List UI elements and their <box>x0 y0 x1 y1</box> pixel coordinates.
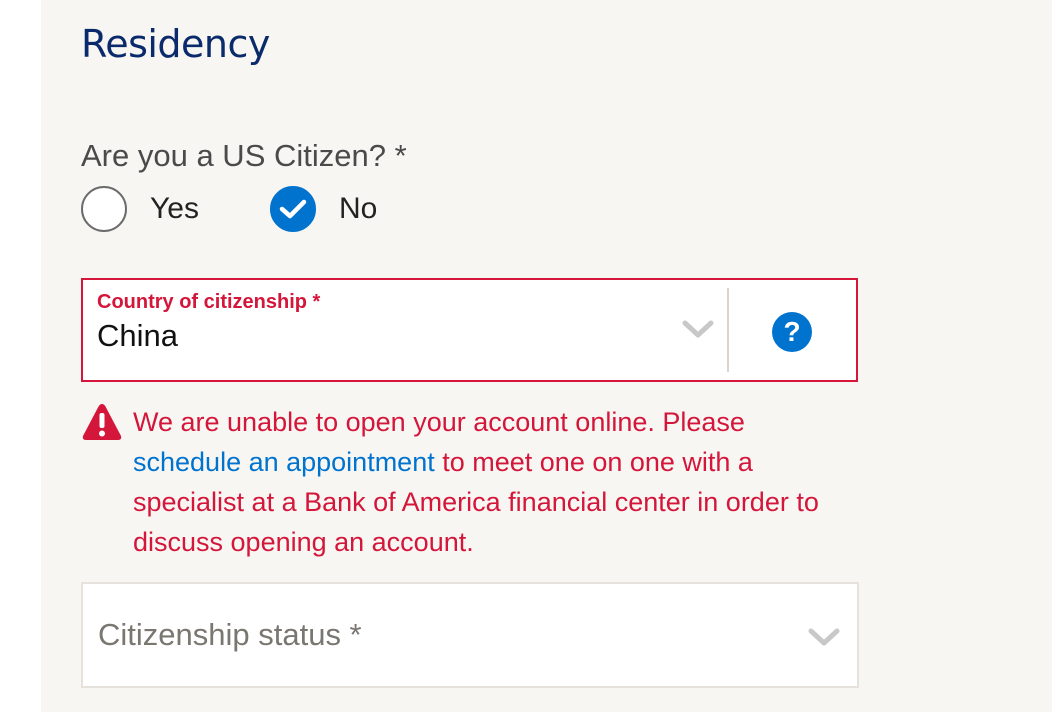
select-divider <box>727 288 729 372</box>
section-title: Residency <box>81 22 270 66</box>
radio-option-no[interactable]: No <box>270 186 377 232</box>
country-select-value[interactable]: China <box>97 318 178 354</box>
radio-label-no[interactable]: No <box>339 192 377 226</box>
schedule-appointment-link[interactable]: schedule an appointment <box>133 447 435 477</box>
error-text-before: We are unable to open your account onlin… <box>133 407 745 437</box>
citizenship-status-placeholder[interactable]: Citizenship status * <box>98 617 362 653</box>
citizen-question-label: Are you a US Citizen? * <box>81 138 407 173</box>
error-text: We are unable to open your account onlin… <box>133 402 843 562</box>
question-mark-icon[interactable]: ? <box>772 312 812 352</box>
country-select-label: Country of citizenship * <box>97 291 321 313</box>
radio-button-yes[interactable] <box>81 186 127 232</box>
chevron-down-icon[interactable] <box>807 626 841 653</box>
warning-triangle-icon <box>81 402 123 447</box>
country-of-citizenship-select[interactable]: Country of citizenship * China ? <box>81 278 858 382</box>
citizenship-status-select[interactable]: Citizenship status * <box>81 582 859 688</box>
radio-button-no[interactable] <box>270 186 316 232</box>
radio-label-yes[interactable]: Yes <box>150 192 199 226</box>
checkmark-icon <box>279 199 307 219</box>
radio-option-yes[interactable]: Yes <box>81 186 199 232</box>
chevron-down-icon[interactable] <box>681 318 715 345</box>
